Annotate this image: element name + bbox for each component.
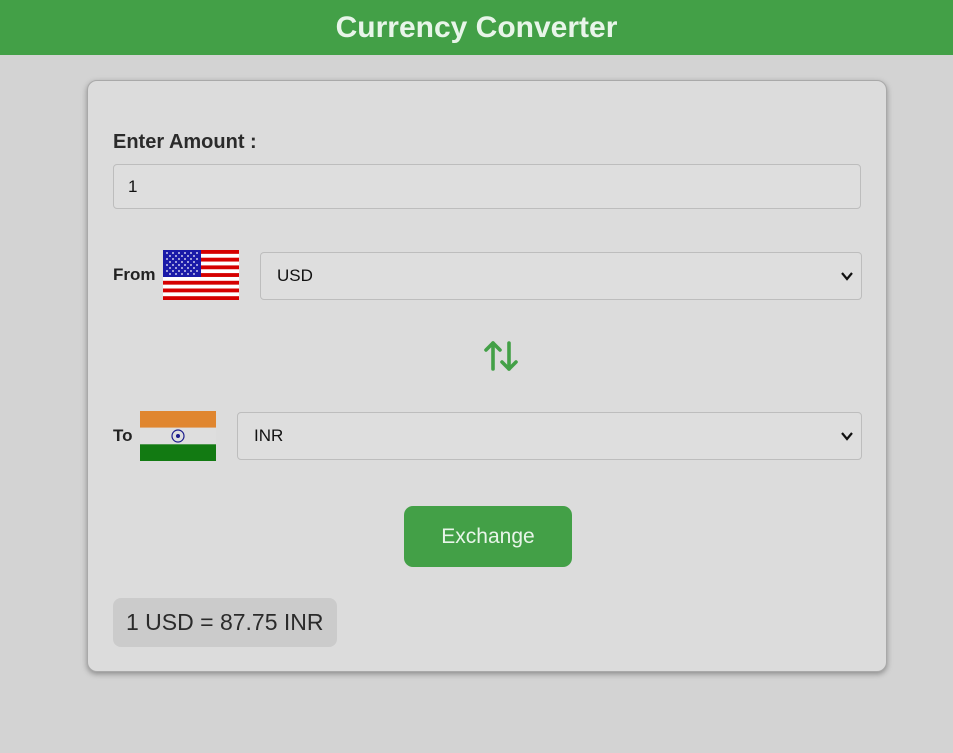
swap-arrows-icon[interactable] xyxy=(483,339,519,373)
us-flag-icon xyxy=(163,250,239,300)
conversion-result: 1 USD = 87.75 INR xyxy=(113,598,337,647)
exchange-button[interactable]: Exchange xyxy=(404,506,572,567)
app-header: Currency Converter xyxy=(0,0,953,55)
chevron-down-icon xyxy=(841,272,853,281)
amount-label: Enter Amount : xyxy=(113,131,257,153)
amount-input[interactable] xyxy=(113,164,861,209)
to-currency-value: INR xyxy=(254,426,284,445)
from-currency-select[interactable]: USD xyxy=(260,252,862,300)
from-currency-value: USD xyxy=(277,266,313,285)
app-title: Currency Converter xyxy=(335,10,618,44)
india-flag-icon xyxy=(140,411,216,461)
from-label: From xyxy=(113,265,156,284)
to-currency-select[interactable]: INR xyxy=(237,412,862,460)
chevron-down-icon xyxy=(841,432,853,441)
to-label: To xyxy=(113,426,133,445)
converter-card: Enter Amount : From USD xyxy=(87,80,887,672)
